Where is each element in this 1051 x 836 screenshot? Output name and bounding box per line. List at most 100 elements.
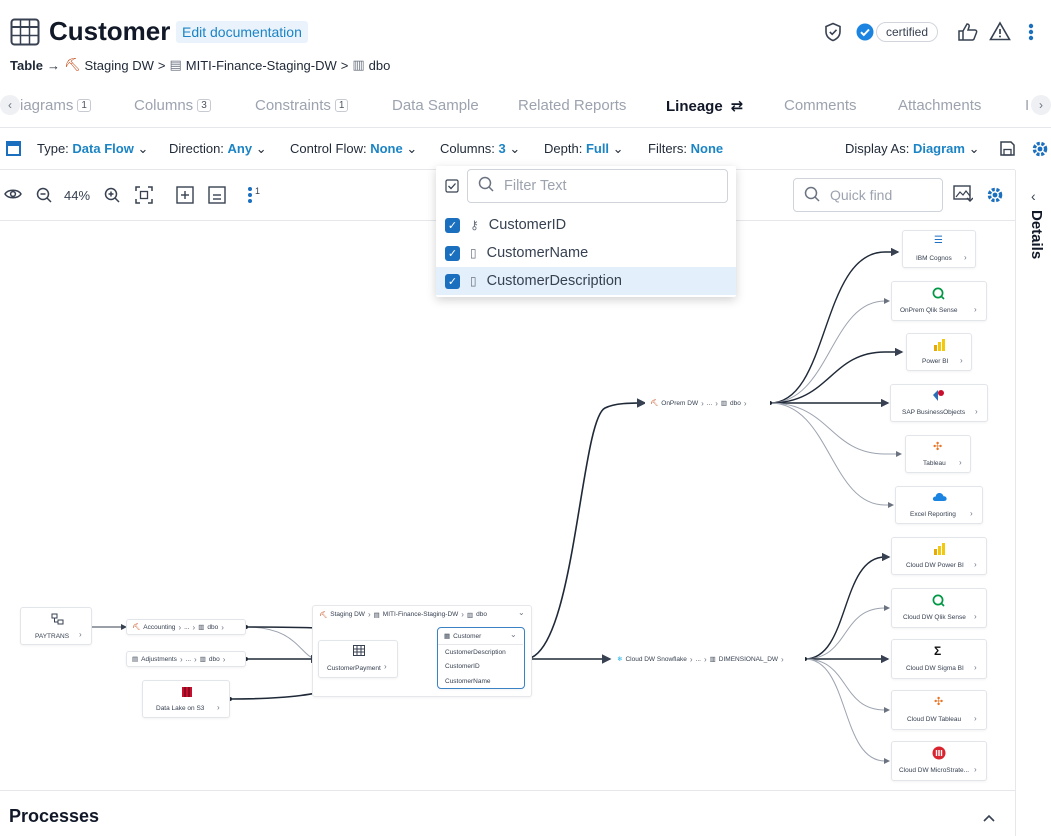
more-menu-icon[interactable] — [1026, 22, 1036, 47]
column-item[interactable]: CustomerID — [445, 663, 480, 670]
node-cloud-dw-qlik-sense[interactable]: Cloud DW Qlik Sense › — [891, 588, 987, 628]
node-accounting[interactable]: ⛏ Accounting › ... › ▥ dbo › — [126, 619, 246, 635]
group-breadcrumb: ⛏ Staging DW › ▤ MITI-Finance-Staging-DW… — [319, 610, 487, 619]
select-all-checkbox-icon[interactable] — [445, 179, 459, 198]
chevron-right-icon[interactable]: › — [974, 765, 977, 774]
node-label: SAP BusinessObjects — [902, 409, 966, 416]
chevron-right-icon[interactable]: › — [781, 655, 784, 664]
sep: › — [192, 622, 196, 632]
server-icon: ⛏ — [319, 611, 328, 619]
chevron-right-icon[interactable]: › — [744, 399, 747, 408]
tableau-icon: ✣ — [933, 441, 943, 453]
node-label: ... — [695, 655, 701, 663]
node-sap-businessobjects[interactable]: SAP BusinessObjects › — [890, 384, 988, 422]
node-cloud-dw-power-bi[interactable]: Cloud DW Power BI › — [891, 537, 987, 575]
node-power-bi[interactable]: Power BI › — [906, 333, 972, 371]
chevron-right-icon[interactable]: › — [217, 703, 220, 712]
node-cloud-dw-tableau[interactable]: ✣ Cloud DW Tableau › — [891, 690, 987, 730]
node-data-lake-s3[interactable]: Data Lake on S3 › — [142, 680, 230, 718]
node-customer-payment[interactable]: CustomerPayment › — [318, 640, 398, 678]
column-option-highlighted[interactable]: ✓ ▯ CustomerDescription — [436, 267, 736, 295]
tabs-scroll-right-icon[interactable]: › — [1031, 95, 1051, 115]
aws-s3-icon — [181, 686, 193, 700]
node-label: ... — [706, 399, 713, 407]
sep: › — [179, 654, 183, 664]
sep: › — [701, 398, 704, 408]
chevron-left-icon[interactable]: ‹ — [1031, 188, 1036, 204]
tab-overflow[interactable]: I — [1025, 97, 1029, 114]
chevron-right-icon[interactable]: › — [970, 509, 973, 518]
column-option-label: CustomerDescription — [486, 273, 622, 289]
node-label: Cloud DW MicroStrate... — [899, 767, 970, 774]
chevron-right-icon[interactable]: › — [974, 663, 977, 672]
column-icon: ▯ — [470, 274, 477, 288]
chevron-right-icon[interactable]: › — [974, 714, 977, 723]
qlik-icon — [932, 287, 945, 302]
checkbox-checked-icon[interactable]: ✓ — [445, 245, 460, 261]
chevron-right-icon[interactable]: › — [960, 356, 963, 365]
node-label: CustomerPayment — [327, 665, 381, 672]
chevron-right-icon[interactable]: › — [975, 407, 978, 416]
server-icon: ⛏ — [132, 624, 141, 631]
node-label: ... — [185, 655, 192, 663]
database-icon: ▤ — [373, 611, 380, 619]
node-label: MITI-Finance-Staging-DW — [382, 611, 459, 618]
chevron-right-icon[interactable]: › — [964, 253, 967, 262]
chevron-right-icon[interactable]: › — [974, 612, 977, 621]
node-label: OnPrem Qlik Sense — [900, 307, 958, 314]
node-excel-reporting[interactable]: Excel Reporting › — [895, 486, 983, 524]
node-cloud-dw-snowflake[interactable]: ❄ Cloud DW Snowflake › ... › ▥ DIMENSION… — [612, 651, 805, 667]
chevron-down-icon[interactable]: ⌄ — [518, 608, 525, 617]
node-tableau[interactable]: ✣ Tableau › — [905, 435, 971, 473]
node-onprem-qlik-sense[interactable]: OnPrem Qlik Sense › — [891, 281, 987, 321]
qlik-icon — [932, 594, 945, 609]
chevron-right-icon[interactable]: › — [974, 560, 977, 569]
search-icon — [478, 176, 494, 196]
node-label: Cloud DW Tableau — [907, 716, 962, 723]
checkbox-checked-icon[interactable]: ✓ — [445, 273, 460, 289]
ibm-cognos-icon: ☰ — [934, 235, 943, 246]
column-option[interactable]: ✓ ⚷ CustomerID — [436, 211, 736, 239]
node-onprem-dw[interactable]: ⛏ OnPrem DW › ... › ▥ dbo › — [645, 395, 770, 411]
node-label: Cloud DW Qlik Sense — [903, 614, 966, 621]
node-customer-selected[interactable]: ▦ Customer ⌄ CustomerDescription Custome… — [437, 627, 525, 689]
column-item[interactable]: CustomerDescription — [445, 649, 506, 656]
node-paytrans[interactable]: PAYTRANS › — [20, 607, 92, 645]
details-panel[interactable] — [1015, 170, 1051, 836]
sep: › — [194, 654, 197, 664]
sep: › — [715, 398, 718, 408]
schema-icon: ▥ — [199, 656, 206, 663]
node-label: Tableau — [923, 460, 946, 467]
node-adjustments[interactable]: ▤ Adjustments › ... › ▥ dbo › — [126, 651, 246, 667]
microstrategy-icon — [932, 746, 946, 762]
node-label: Accounting — [143, 623, 176, 631]
node-label: ... — [184, 623, 190, 631]
column-option[interactable]: ✓ ▯ CustomerName — [436, 239, 736, 267]
cloud-icon — [932, 492, 947, 504]
node-cloud-dw-microstrategy[interactable]: Cloud DW MicroStrate... › — [891, 741, 987, 781]
columns-dropdown[interactable]: Filter Text ✓ ⚷ CustomerID ✓ ▯ CustomerN… — [436, 166, 736, 297]
sep: › — [689, 654, 693, 664]
chevron-right-icon[interactable]: › — [384, 662, 387, 671]
chevron-down-icon[interactable]: ⌄ — [510, 630, 517, 639]
schema-icon: ▥ — [709, 656, 716, 663]
chevron-right-icon[interactable]: › — [223, 655, 226, 664]
chevron-right-icon[interactable]: › — [959, 458, 962, 467]
column-item[interactable]: CustomerName — [445, 678, 491, 685]
snowflake-icon: ❄ — [617, 656, 623, 663]
node-cloud-dw-sigma-bi[interactable]: Σ Cloud DW Sigma BI › — [891, 639, 987, 679]
chevron-right-icon[interactable]: › — [974, 305, 977, 314]
filter-text-input[interactable]: Filter Text — [467, 169, 728, 203]
node-label: Excel Reporting — [910, 511, 956, 518]
details-label[interactable]: Details — [1028, 210, 1045, 259]
settings-gear-icon[interactable] — [1031, 140, 1049, 163]
node-label: Power BI — [922, 358, 949, 365]
checkbox-checked-icon[interactable]: ✓ — [445, 217, 460, 233]
chevron-up-icon[interactable] — [982, 810, 996, 828]
database-icon: ▤ — [132, 656, 139, 663]
chevron-right-icon[interactable]: › — [221, 623, 224, 632]
node-ibm-cognos[interactable]: ☰ IBM Cognos › — [902, 230, 976, 268]
table-icon: ▦ — [444, 633, 451, 640]
power-bi-icon — [934, 543, 945, 557]
chevron-right-icon[interactable]: › — [79, 630, 82, 639]
